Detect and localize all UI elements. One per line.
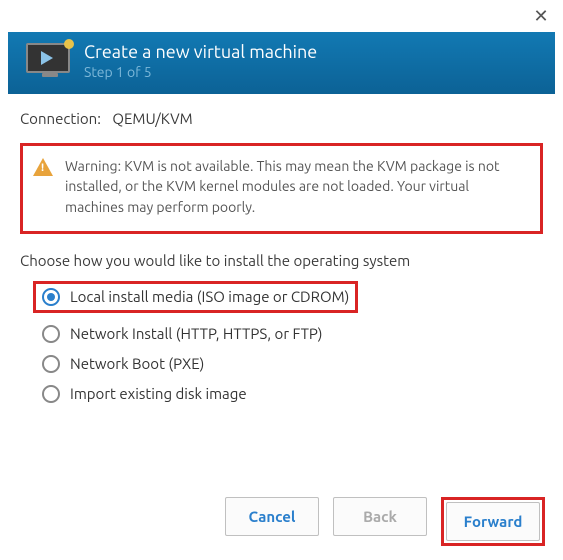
cancel-button[interactable]: Cancel: [225, 497, 319, 536]
wizard-body: Connection: QEMU/KVM Warning: KVM is not…: [0, 94, 563, 431]
vm-monitor-icon: [26, 43, 70, 79]
radio-icon: [42, 325, 60, 343]
connection-value: QEMU/KVM: [112, 110, 192, 127]
choose-label: Choose how you would like to install the…: [20, 252, 543, 269]
wizard-title: Create a new virtual machine: [84, 42, 317, 62]
option-local-media[interactable]: Local install media (ISO image or CDROM): [33, 281, 358, 313]
wizard-step: Step 1 of 5: [84, 64, 317, 80]
wizard-footer: Cancel Back Forward: [225, 497, 545, 546]
radio-icon: [42, 288, 60, 306]
radio-icon: [42, 385, 60, 403]
close-icon[interactable]: ✕: [531, 6, 551, 26]
option-label: Local install media (ISO image or CDROM): [70, 288, 349, 305]
option-network-install[interactable]: Network Install (HTTP, HTTPS, or FTP): [42, 325, 543, 343]
option-import-disk[interactable]: Import existing disk image: [42, 385, 543, 403]
cancel-button-wrap: Cancel: [225, 497, 319, 546]
install-options: Local install media (ISO image or CDROM)…: [20, 281, 543, 403]
header-text: Create a new virtual machine Step 1 of 5: [84, 42, 317, 80]
option-network-boot[interactable]: Network Boot (PXE): [42, 355, 543, 373]
titlebar: ✕: [0, 0, 563, 26]
option-label: Network Boot (PXE): [70, 355, 204, 372]
radio-icon: [42, 355, 60, 373]
option-label: Import existing disk image: [70, 385, 247, 402]
connection-row: Connection: QEMU/KVM: [20, 110, 543, 127]
forward-button-wrap: Forward: [441, 497, 545, 546]
back-button: Back: [333, 497, 427, 536]
wizard-header: Create a new virtual machine Step 1 of 5: [8, 32, 555, 94]
warning-box: Warning: KVM is not available. This may …: [20, 143, 543, 234]
warning-text: Warning: KVM is not available. This may …: [65, 156, 526, 217]
forward-button[interactable]: Forward: [446, 502, 540, 541]
warning-icon: [33, 158, 53, 176]
vm-wizard-dialog: ✕ Create a new virtual machine Step 1 of…: [0, 0, 563, 431]
back-button-wrap: Back: [333, 497, 427, 546]
connection-label: Connection:: [20, 110, 101, 127]
option-label: Network Install (HTTP, HTTPS, or FTP): [70, 325, 322, 342]
